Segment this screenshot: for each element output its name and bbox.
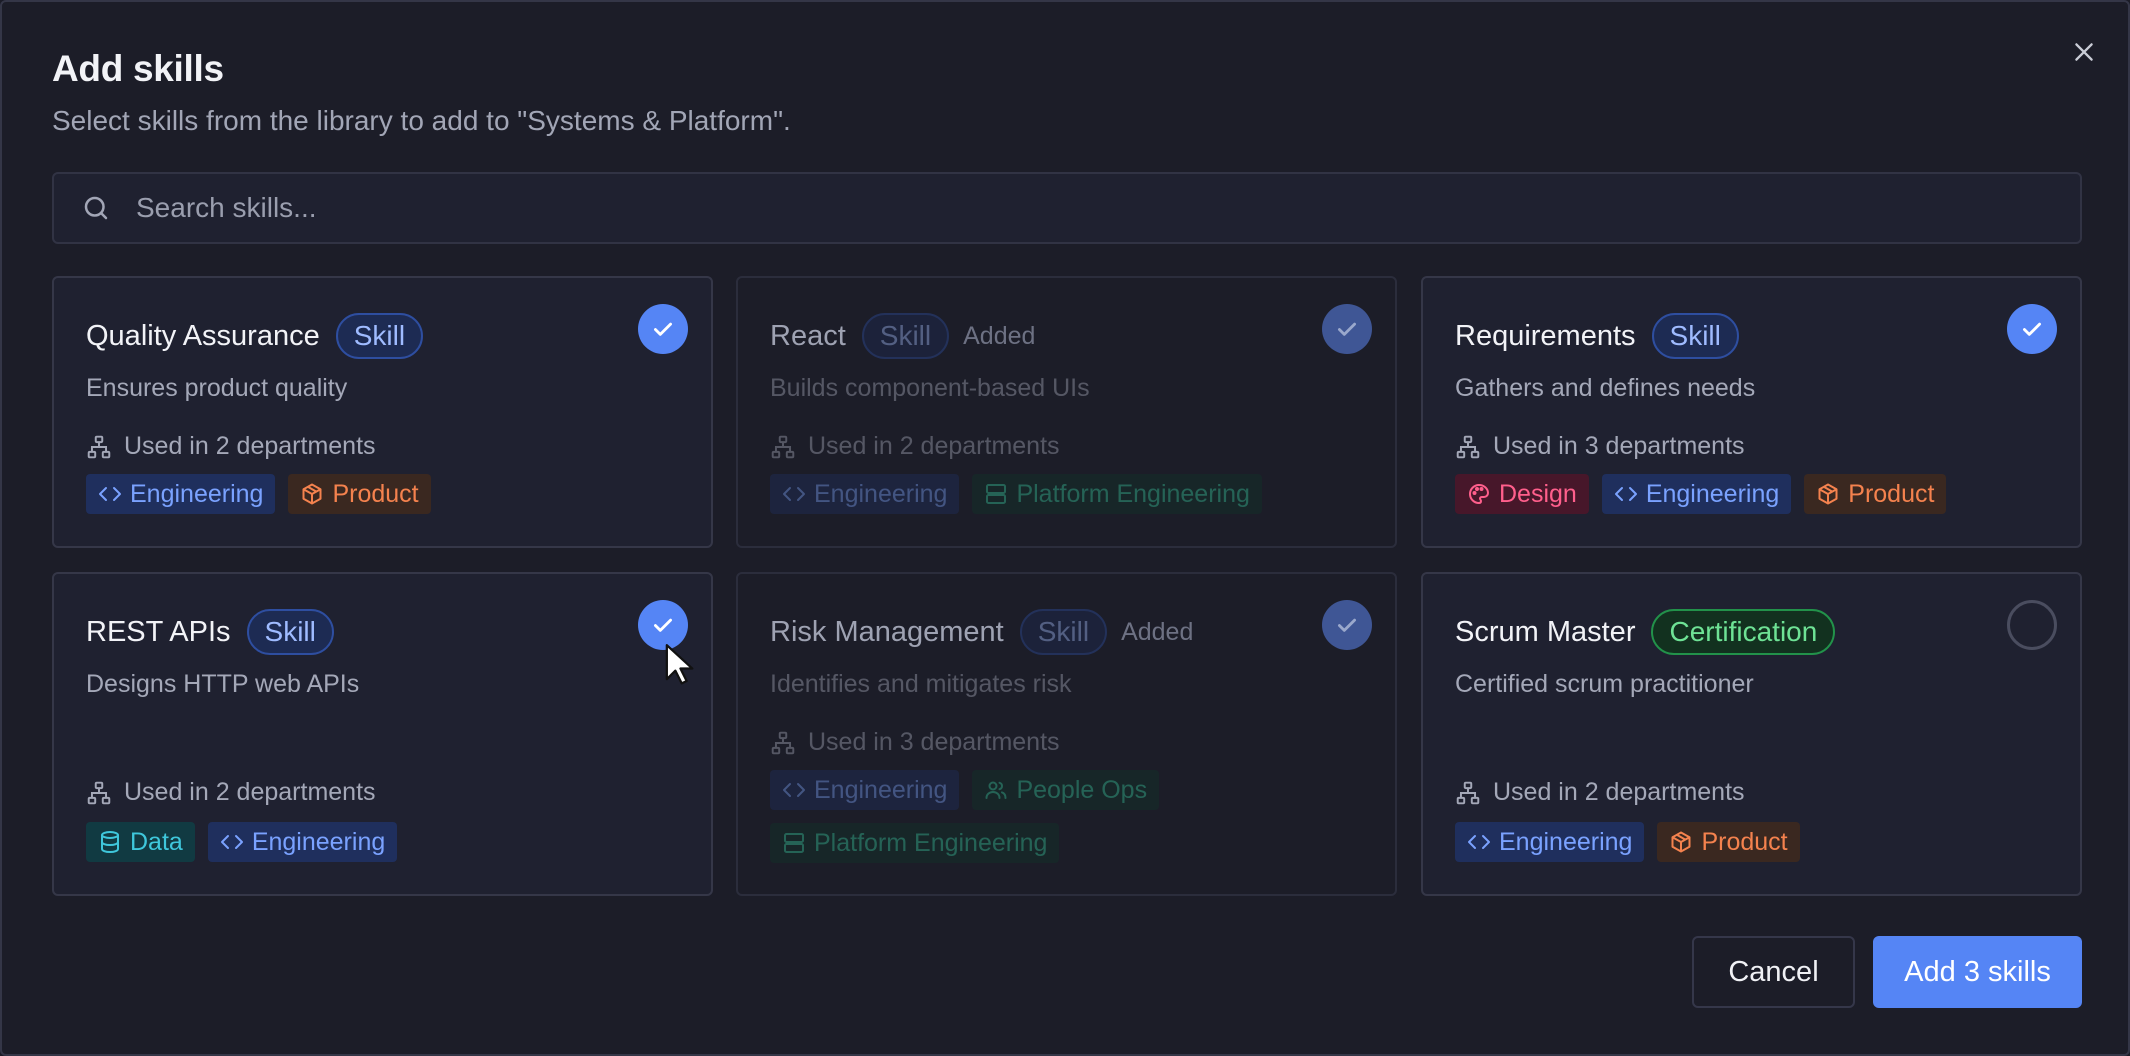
org-chart-icon — [771, 435, 795, 458]
code-icon — [783, 783, 805, 797]
department-tag: Data — [86, 822, 195, 862]
check-icon — [2023, 322, 2041, 336]
box-icon — [302, 483, 322, 505]
code-icon — [220, 835, 243, 849]
department-tag: Engineering — [86, 474, 276, 514]
org-chart-icon — [1456, 781, 1480, 804]
department-tag: Design — [1455, 474, 1589, 514]
org-chart-icon — [771, 731, 795, 754]
skill-name: Scrum Master — [1455, 615, 1636, 648]
added-label: Added — [1121, 617, 1194, 646]
skill-description: Ensures product quality — [86, 374, 348, 402]
department-tags: Engineering Product — [1455, 822, 2055, 862]
close-icon[interactable] — [2064, 32, 2104, 72]
skill-card-scrum-master[interactable]: Scrum Master Certification Certified scr… — [1421, 572, 2082, 896]
box-icon — [1671, 831, 1691, 853]
skill-card-risk-management: Risk Management Skill Added Identifies a… — [736, 572, 1397, 896]
department-tag: People Ops — [972, 770, 1160, 810]
usage-text: Used in 2 departments — [124, 778, 376, 806]
skill-name: REST APIs — [86, 615, 231, 648]
dialog-title: Add skills — [52, 48, 224, 89]
check-icon — [654, 618, 672, 632]
skill-card-quality-assurance[interactable]: Quality Assurance Skill Ensures product … — [52, 276, 713, 548]
database-icon — [101, 831, 119, 854]
palette-icon — [1469, 483, 1490, 505]
dialog-subtitle: Select skills from the library to add to… — [52, 105, 791, 136]
skill-card-rest-apis[interactable]: REST APIs Skill Designs HTTP web APIs Us… — [52, 572, 713, 896]
org-chart-icon — [87, 781, 111, 804]
usage-text: Used in 3 departments — [1493, 432, 1745, 460]
check-icon — [1338, 618, 1356, 632]
code-icon — [99, 487, 121, 501]
cancel-button[interactable]: Cancel — [1692, 936, 1855, 1008]
added-label: Added — [963, 321, 1036, 350]
search-bar — [52, 172, 2082, 244]
server-icon — [986, 484, 1007, 504]
skill-type-badge: Skill — [1651, 313, 1739, 359]
skill-name: React — [770, 319, 846, 352]
department-tag: Engineering — [1455, 822, 1645, 862]
skill-description: Gathers and defines needs — [1455, 374, 1756, 402]
skill-card-requirements[interactable]: Requirements Skill Gathers and defines n… — [1421, 276, 2082, 548]
org-chart-icon — [1456, 435, 1480, 458]
skill-type-badge: Skill — [861, 313, 950, 359]
usage-text: Used in 3 departments — [808, 728, 1060, 756]
department-tags: Engineering People Ops Platform Engineer… — [770, 770, 1370, 863]
search-input[interactable] — [136, 178, 2080, 238]
skill-name: Requirements — [1455, 319, 1636, 352]
department-usage: Used in 2 departments — [1455, 778, 1745, 807]
department-usage: Used in 2 departments — [86, 778, 376, 807]
add-skills-button[interactable]: Add 3 skills — [1873, 936, 2082, 1008]
certification-badge: Certification — [1651, 609, 1836, 655]
selected-checkbox[interactable] — [2007, 304, 2057, 354]
box-icon — [1818, 483, 1838, 505]
department-tag: Engineering — [207, 822, 398, 862]
skill-description: Certified scrum practitioner — [1455, 670, 1754, 698]
skill-name: Risk Management — [770, 615, 1004, 648]
department-usage: Used in 2 departments — [86, 432, 376, 461]
department-usage: Used in 3 departments — [770, 728, 1060, 757]
usage-text: Used in 2 departments — [124, 432, 376, 460]
skill-description: Designs HTTP web APIs — [86, 670, 360, 698]
department-tag: Product — [1804, 474, 1947, 514]
search-icon — [78, 190, 114, 226]
department-tags: Data Engineering — [86, 822, 686, 862]
department-tags: Engineering Platform Engineering — [770, 474, 1370, 514]
usage-text: Used in 2 departments — [808, 432, 1060, 460]
added-checkbox — [1322, 600, 1372, 650]
server-icon — [784, 833, 804, 853]
skill-card-react: React Skill Added Builds component-based… — [736, 276, 1397, 548]
org-chart-icon — [87, 435, 111, 458]
department-tag: Engineering — [770, 770, 960, 810]
skill-type-badge: Skill — [246, 609, 334, 655]
added-checkbox — [1322, 304, 1372, 354]
check-icon — [654, 322, 672, 336]
department-tag: Product — [288, 474, 431, 514]
code-icon — [783, 487, 805, 501]
code-icon — [1468, 835, 1490, 849]
skill-description: Identifies and mitigates risk — [770, 670, 1072, 698]
add-skills-dialog: Add skills Select skills from the librar… — [0, 0, 2130, 1056]
selected-checkbox[interactable] — [638, 304, 688, 354]
department-tag: Engineering — [770, 474, 960, 514]
skill-type-badge: Skill — [335, 313, 424, 359]
skill-description: Builds component-based UIs — [770, 374, 1090, 402]
department-tags: Design Engineering Product — [1455, 474, 2055, 514]
usage-text: Used in 2 departments — [1493, 778, 1745, 806]
department-usage: Used in 3 departments — [1455, 432, 1745, 461]
department-tag: Platform Engineering — [972, 474, 1262, 514]
check-icon — [1338, 322, 1356, 336]
department-usage: Used in 2 departments — [770, 432, 1060, 461]
skill-name: Quality Assurance — [86, 319, 320, 352]
department-tag: Platform Engineering — [770, 823, 1060, 863]
skill-type-badge: Skill — [1019, 609, 1108, 655]
department-tags: Engineering Product — [86, 474, 686, 514]
users-icon — [985, 781, 1007, 799]
department-tag: Product — [1657, 822, 1800, 862]
department-tag: Engineering — [1601, 474, 1792, 514]
mouse-cursor-icon — [665, 644, 694, 685]
unselected-checkbox[interactable] — [2007, 600, 2057, 650]
code-icon — [1614, 487, 1637, 501]
